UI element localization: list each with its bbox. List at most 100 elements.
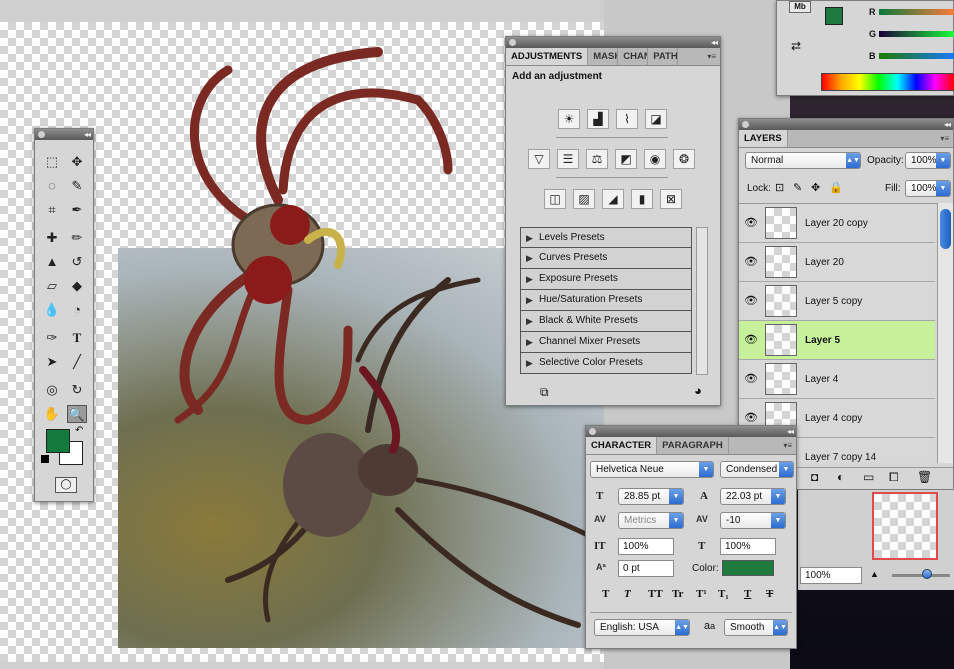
blend-mode-select[interactable]: Normal ▲▼ xyxy=(745,152,861,169)
3d-rotate-tool-icon[interactable]: ◎ xyxy=(42,381,62,399)
presets-scrollbar[interactable] xyxy=(696,227,708,375)
underline-button[interactable]: T xyxy=(744,588,751,600)
marquee-tool-icon[interactable]: ⬚ xyxy=(42,153,62,171)
lock-transparent-icon[interactable]: ⊡ xyxy=(775,181,784,194)
kerning-field[interactable]: Metrics ▼ xyxy=(618,512,684,529)
fill-field[interactable]: 100% ▼ xyxy=(905,180,951,197)
character-menu-icon[interactable]: ▾≡ xyxy=(783,441,792,450)
small-caps-button[interactable]: Tr xyxy=(672,588,683,600)
channel-mixer-icon[interactable]: ❂ xyxy=(673,149,695,169)
add-mask-icon[interactable]: ◘ xyxy=(811,470,818,484)
layers-menu-icon[interactable]: ▾≡ xyxy=(940,134,949,143)
tracking-field[interactable]: -10 ▼ xyxy=(720,512,786,529)
brightness-contrast-icon[interactable]: ☀ xyxy=(558,109,580,129)
font-style-select[interactable]: Condensed ▼ xyxy=(720,461,794,478)
font-family-select[interactable]: Helvetica Neue ▼ xyxy=(590,461,714,478)
font-size-field[interactable]: 28.85 pt ▼ xyxy=(618,488,684,505)
gradient-map-icon[interactable]: ▮ xyxy=(631,189,653,209)
layer-row[interactable]: 👁 Layer 20 copy xyxy=(739,204,935,243)
strikethrough-button[interactable]: T xyxy=(766,588,773,600)
swap-colors-icon[interactable]: ↶ xyxy=(75,425,83,436)
r-slider[interactable] xyxy=(879,9,954,15)
history-brush-tool-icon[interactable]: ↺ xyxy=(67,253,87,271)
layers-scroll-thumb[interactable] xyxy=(940,209,951,249)
new-layer-icon[interactable]: ⧠ xyxy=(889,470,899,485)
horizontal-scale-field[interactable]: 100% xyxy=(720,538,776,555)
preset-hue-saturation[interactable]: ▶ Hue/Saturation Presets xyxy=(520,290,692,311)
navigator-thumbnail[interactable] xyxy=(872,492,938,560)
blur-tool-icon[interactable]: 💧 xyxy=(42,301,62,319)
baseline-shift-field[interactable]: 0 pt xyxy=(618,560,674,577)
leading-field[interactable]: 22.03 pt ▼ xyxy=(720,488,786,505)
brush-tool-icon[interactable]: ✏ xyxy=(67,229,87,247)
move-tool-icon[interactable]: ✥ xyxy=(67,153,87,171)
layer-row-selected[interactable]: 👁 Layer 5 xyxy=(739,321,935,360)
preset-black-white[interactable]: ▶ Black & White Presets xyxy=(520,311,692,332)
black-white-icon[interactable]: ◩ xyxy=(615,149,637,169)
vertical-scale-field[interactable]: 100% xyxy=(618,538,674,555)
preset-channel-mixer[interactable]: ▶ Channel Mixer Presets xyxy=(520,332,692,353)
tab-paragraph[interactable]: PARAGRAPH xyxy=(657,437,729,454)
zoom-tool-icon[interactable]: 🔍 xyxy=(67,405,87,423)
clip-to-layer-icon[interactable]: ⧉ xyxy=(540,385,549,400)
tab-paths[interactable]: PATH xyxy=(648,48,679,65)
preset-levels[interactable]: ▶ Levels Presets xyxy=(520,227,692,248)
all-caps-button[interactable]: TT xyxy=(648,588,663,600)
trash-icon[interactable]: 🗑 xyxy=(917,470,932,484)
invert-icon[interactable]: ◫ xyxy=(544,189,566,209)
lock-image-icon[interactable]: ✎ xyxy=(793,181,802,194)
hand-tool-icon[interactable]: ✋ xyxy=(42,405,62,423)
tab-layers[interactable]: LAYERS xyxy=(739,130,788,147)
quick-selection-tool-icon[interactable]: ✎ xyxy=(67,177,87,195)
new-group-icon[interactable]: ▭ xyxy=(863,470,874,484)
clone-stamp-tool-icon[interactable]: ▲ xyxy=(42,253,62,271)
quick-mask-button[interactable]: ◯ xyxy=(55,477,77,493)
type-tool-icon[interactable]: T xyxy=(67,329,87,347)
levels-icon[interactable]: ▟ xyxy=(587,109,609,129)
eye-icon[interactable]: 👁 xyxy=(743,255,759,268)
eye-icon[interactable]: 👁 xyxy=(743,294,759,307)
color-foreground-swatch[interactable] xyxy=(825,7,843,25)
lock-position-icon[interactable]: ✥ xyxy=(811,181,820,194)
language-select[interactable]: English: USA ▲▼ xyxy=(594,619,690,636)
panel-menu-icon[interactable]: ▾≡ xyxy=(707,52,716,61)
lock-all-icon[interactable]: 🔒 xyxy=(829,181,843,194)
posterize-icon[interactable]: ▨ xyxy=(573,189,595,209)
eye-icon[interactable]: 👁 xyxy=(743,333,759,346)
eye-icon[interactable]: 👁 xyxy=(743,411,759,424)
paint-bucket-tool-icon[interactable]: ◆ xyxy=(67,277,87,295)
eye-icon[interactable]: 👁 xyxy=(743,216,759,229)
antialias-select[interactable]: Smooth ▲▼ xyxy=(724,619,788,636)
eyedropper-tool-icon[interactable]: ✒ xyxy=(67,201,87,219)
mb-button[interactable]: Mb xyxy=(789,1,811,13)
crop-tool-icon[interactable]: ⌗ xyxy=(42,201,62,219)
layers-scrollbar[interactable] xyxy=(937,203,953,463)
healing-brush-tool-icon[interactable]: ✚ xyxy=(42,229,62,247)
layer-row[interactable]: 👁 Layer 4 xyxy=(739,360,935,399)
superscript-button[interactable]: T¹ xyxy=(696,588,707,600)
layer-row[interactable]: 👁 Layer 20 xyxy=(739,243,935,282)
color-balance-icon[interactable]: ⚖ xyxy=(586,149,608,169)
preset-curves[interactable]: ▶ Curves Presets xyxy=(520,248,692,269)
tab-character[interactable]: CHARACTER xyxy=(586,437,658,454)
subscript-button[interactable]: T₁ xyxy=(718,588,729,600)
default-colors-icon[interactable] xyxy=(41,455,49,463)
path-selection-tool-icon[interactable]: ➤ xyxy=(42,353,62,371)
exposure-icon[interactable]: ◪ xyxy=(645,109,667,129)
swap-icon[interactable]: ⇄ xyxy=(791,39,801,53)
hue-saturation-icon[interactable]: ☰ xyxy=(557,149,579,169)
curves-icon[interactable]: ⌇ xyxy=(616,109,638,129)
spectrum-bar[interactable] xyxy=(821,73,954,91)
vibrance-icon[interactable]: ▽ xyxy=(528,149,550,169)
layer-row[interactable]: 👁 Layer 5 copy xyxy=(739,282,935,321)
tab-adjustments[interactable]: ADJUSTMENTS xyxy=(506,48,589,65)
photo-filter-icon[interactable]: ◉ xyxy=(644,149,666,169)
threshold-icon[interactable]: ◢ xyxy=(602,189,624,209)
eye-icon[interactable]: 👁 xyxy=(743,372,759,385)
3d-orbit-tool-icon[interactable]: ↻ xyxy=(67,381,87,399)
pen-tool-icon[interactable]: ✑ xyxy=(42,329,62,347)
dodge-tool-icon[interactable]: ◔ xyxy=(67,301,87,319)
preset-exposure[interactable]: ▶ Exposure Presets xyxy=(520,269,692,290)
eraser-tool-icon[interactable]: ▱ xyxy=(42,277,62,295)
visibility-toggle-icon[interactable]: ◕ xyxy=(694,383,702,398)
